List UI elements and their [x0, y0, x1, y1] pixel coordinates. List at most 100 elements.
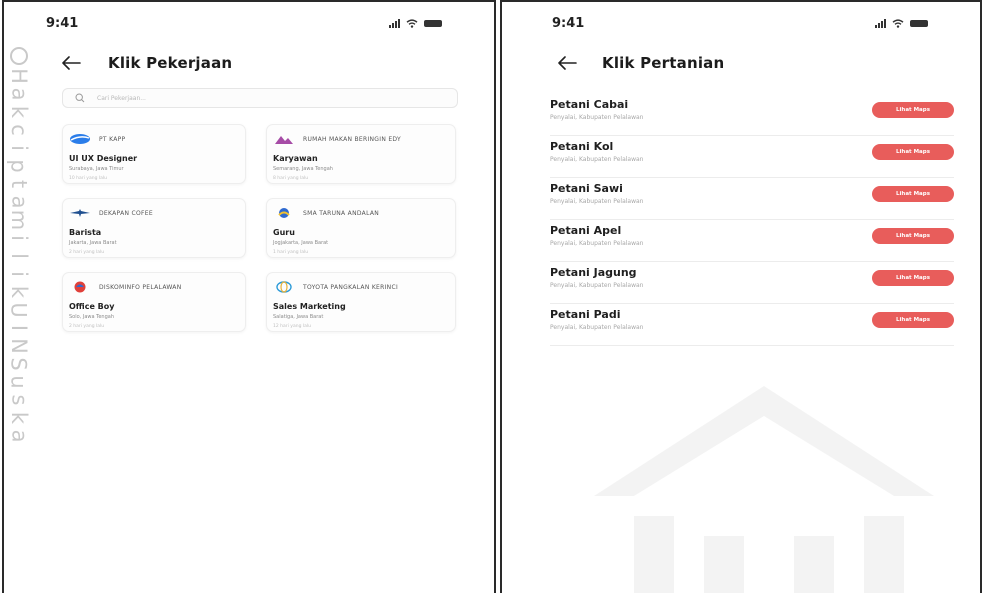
- item-title: Petani Apel: [550, 224, 622, 237]
- job-location: Jakarta, Jawa Barat: [69, 240, 117, 246]
- job-location: Surabaya, Jawa Timur: [69, 166, 124, 172]
- job-title: Office Boy: [69, 302, 115, 311]
- job-title: Sales Marketing: [273, 302, 346, 311]
- school-icon: [273, 207, 295, 219]
- watermark-char: a: [7, 195, 31, 209]
- watermark-logo: [594, 386, 934, 593]
- watermark-char: t: [6, 179, 31, 189]
- job-title: Guru: [273, 228, 295, 237]
- arrow-left-icon: [62, 56, 81, 70]
- watermark-char: a: [7, 87, 31, 101]
- wifi-icon: [892, 19, 904, 28]
- company-name: RUMAH MAKAN BERINGIN EDY: [303, 135, 401, 143]
- watermark-char: a: [7, 429, 31, 443]
- globe-icon: [69, 281, 91, 293]
- farm-list: Petani Cabai Penyalai, Kabupaten Pelalawa…: [550, 94, 954, 346]
- item-location: Penyalai, Kabupaten Pelalawan: [550, 156, 644, 163]
- job-card[interactable]: PT KAPP UI UX Designer Surabaya, Jawa Timu…: [62, 124, 246, 184]
- list-item: Petani Padi Penyalai, Kabupaten Pelalawan…: [550, 304, 954, 346]
- list-item: Petani Cabai Penyalai, Kabupaten Pelalawa…: [550, 94, 954, 136]
- company-name: SMA TARUNA ANDALAN: [303, 209, 380, 217]
- job-location: Solo, Jawa Tengah: [69, 314, 114, 320]
- job-location: Jogjakarta, Jawa Barat: [273, 240, 329, 246]
- watermark-char: i: [7, 271, 31, 277]
- card-header: SMA TARUNA ANDALAN: [273, 206, 449, 220]
- list-item: Petani Kol Penyalai, Kabupaten Pelalawan L…: [550, 136, 954, 178]
- watermark-char: I: [6, 324, 31, 332]
- view-maps-button[interactable]: Lihat Maps: [872, 186, 954, 202]
- posted-time: 2 hari yang lalu: [69, 250, 105, 255]
- search-icon: [75, 93, 85, 103]
- page-header: Klik Pertanian: [502, 50, 980, 76]
- card-header: RUMAH MAKAN BERINGIN EDY: [273, 132, 449, 146]
- back-button[interactable]: [58, 53, 84, 73]
- watermark-char: m: [7, 209, 31, 231]
- posted-time: 1 hari yang lalu: [273, 250, 309, 255]
- job-location: Semarang, Jawa Tengah: [273, 166, 333, 172]
- job-card[interactable]: DISKOMINFO PELALAWAN Office Boy Solo, Jawa…: [62, 272, 246, 332]
- watermark-char: N: [7, 338, 31, 354]
- company-name: TOYOTA PANGKALAN KERINCI: [303, 283, 399, 291]
- search-input[interactable]: [97, 94, 437, 102]
- item-location: Penyalai, Kabupaten Pelalawan: [550, 240, 644, 247]
- status-time: 9:41: [552, 16, 585, 31]
- watermark-char: i: [7, 145, 31, 151]
- watermark-char: p: [7, 159, 31, 173]
- page-title: Klik Pekerjaan: [108, 54, 233, 72]
- posted-time: 2 hari yang lalu: [69, 324, 105, 329]
- status-icons: [875, 19, 928, 28]
- job-card[interactable]: SMA TARUNA ANDALAN Guru Jogjakarta, Jawa B…: [266, 198, 456, 258]
- job-screen: 9:41 HakciptamilikUINSuska Klik Pekerjaa…: [2, 0, 496, 593]
- wings-icon: [69, 207, 91, 219]
- job-title: Barista: [69, 228, 102, 237]
- arrow-left-icon: [558, 56, 577, 70]
- job-title: UI UX Designer: [69, 154, 138, 163]
- mountain-icon: [273, 133, 295, 145]
- status-bar: 9:41: [502, 16, 980, 36]
- view-maps-button[interactable]: Lihat Maps: [872, 228, 954, 244]
- back-button[interactable]: [554, 53, 580, 73]
- watermark-char: s: [6, 394, 31, 406]
- status-time: 9:41: [46, 16, 79, 31]
- status-icons: [389, 19, 442, 28]
- item-title: Petani Kol: [550, 140, 614, 153]
- view-maps-button[interactable]: Lihat Maps: [872, 312, 954, 328]
- item-location: Penyalai, Kabupaten Pelalawan: [550, 198, 644, 205]
- item-location: Penyalai, Kabupaten Pelalawan: [550, 282, 644, 289]
- watermark-char: S: [7, 357, 31, 371]
- card-header: DISKOMINFO PELALAWAN: [69, 280, 239, 294]
- blue-wave-icon: [69, 133, 91, 145]
- battery-icon: [910, 20, 928, 27]
- card-header: TOYOTA PANGKALAN KERINCI: [273, 280, 449, 294]
- farm-screen: 9:41 Klik Pertanian Petani Cabai Penyalai…: [500, 0, 982, 593]
- list-item: Petani Apel Penyalai, Kabupaten Pelalawan…: [550, 220, 954, 262]
- job-grid: PT KAPP UI UX Designer Surabaya, Jawa Timu…: [62, 124, 460, 332]
- card-header: DEKAPAN COFEE: [69, 206, 239, 220]
- posted-time: 10 hari yang lalu: [69, 176, 107, 181]
- status-bar: 9:41: [4, 16, 494, 36]
- company-name: DISKOMINFO PELALAWAN: [99, 283, 182, 291]
- list-item: Petani Sawi Penyalai, Kabupaten Pelalawan…: [550, 178, 954, 220]
- company-name: PT KAPP: [99, 135, 126, 143]
- watermark-char: i: [7, 235, 31, 241]
- job-location: Salatiga, Jawa Barat: [273, 314, 324, 320]
- watermark-char: k: [6, 411, 31, 425]
- item-title: Petani Cabai: [550, 98, 629, 111]
- job-card[interactable]: TOYOTA PANGKALAN KERINCI Sales Marketing S…: [266, 272, 456, 332]
- item-title: Petani Jagung: [550, 266, 637, 279]
- signal-icon: [875, 19, 886, 28]
- view-maps-button[interactable]: Lihat Maps: [872, 270, 954, 286]
- toyota-icon: [273, 281, 295, 293]
- watermark-char: c: [6, 124, 31, 136]
- job-card[interactable]: DEKAPAN COFEE Barista Jakarta, Jawa Barat 2…: [62, 198, 246, 258]
- job-card[interactable]: RUMAH MAKAN BERINGIN EDY Karyawan Semarang…: [266, 124, 456, 184]
- page-header: Klik Pekerjaan: [4, 50, 494, 76]
- signal-icon: [389, 19, 400, 28]
- search-bar[interactable]: [62, 88, 458, 108]
- list-item: Petani Jagung Penyalai, Kabupaten Pelalaw…: [550, 262, 954, 304]
- view-maps-button[interactable]: Lihat Maps: [872, 144, 954, 160]
- watermark-char: U: [7, 302, 31, 318]
- card-header: PT KAPP: [69, 132, 239, 146]
- view-maps-button[interactable]: Lihat Maps: [872, 102, 954, 118]
- watermark-char: k: [6, 105, 31, 119]
